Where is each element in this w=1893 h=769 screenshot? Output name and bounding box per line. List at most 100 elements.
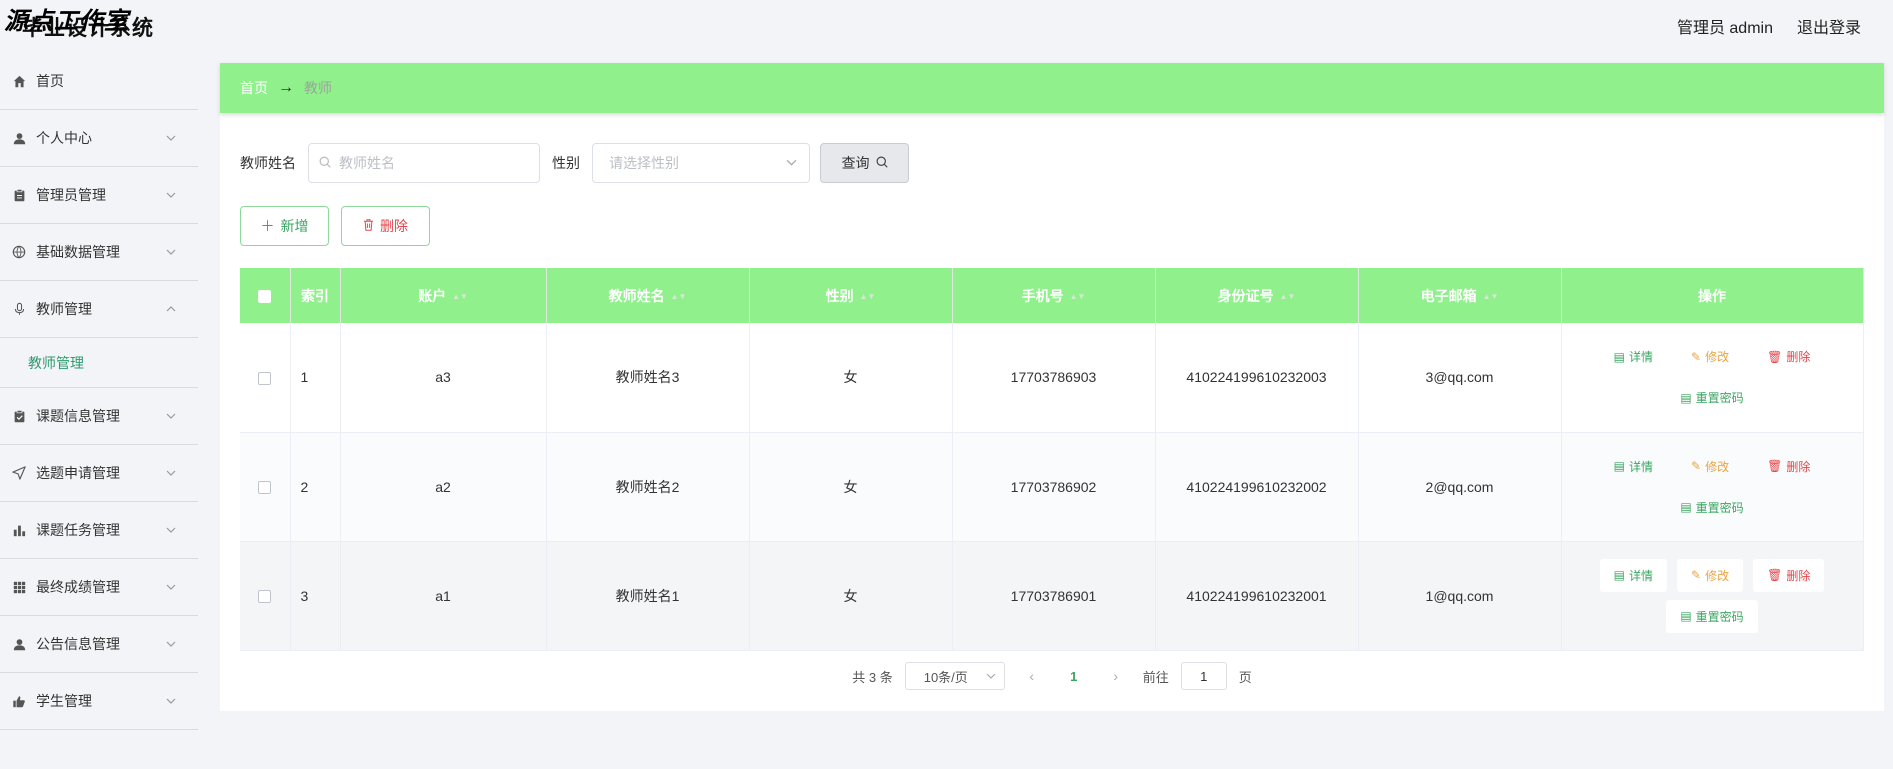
detail-button[interactable]: ▤ 详情 <box>1599 558 1668 592</box>
sidebar-item-topic-apply[interactable]: 选题申请管理 <box>0 445 198 502</box>
column-header-id-card[interactable]: 身份证号 ▲▼ <box>1155 268 1359 323</box>
column-header-gender[interactable]: 性别 ▲▼ <box>749 268 953 323</box>
column-header-email[interactable]: 电子邮箱 ▲▼ <box>1358 268 1562 323</box>
sidebar-item-home[interactable]: 首页 <box>0 53 198 110</box>
row-checkbox[interactable] <box>258 590 272 604</box>
breadcrumb-current: 教师 <box>304 80 332 96</box>
table-header-row: 索引 账户 ▲▼ 教师姓名 ▲▼ 性别 ▲▼ 手机号 ▲▼ 身份证号 ▲▼ 电子邮箱 ▲▼ … <box>240 268 1864 323</box>
main-panel: 首页 → 教师 教师姓名 性别 请选择性别 查询 ＋ 新增 删除 <box>220 63 1884 711</box>
delete-button[interactable]: 🗑 删除 <box>1753 450 1824 483</box>
delete-button[interactable]: 🗑 删除 <box>1753 558 1825 592</box>
goto-label: 前往 <box>1142 669 1169 685</box>
batch-delete-button[interactable]: 删除 <box>341 206 430 246</box>
sidebar-item-teacher[interactable]: 教师管理 <box>0 281 198 338</box>
column-header-name[interactable]: 教师姓名 ▲▼ <box>546 268 750 323</box>
teacher-name-input[interactable] <box>339 155 529 171</box>
sidebar-item-topic-task[interactable]: 课题任务管理 <box>0 502 198 559</box>
gender-select[interactable]: 请选择性别 <box>592 143 810 183</box>
cell-index: 2 <box>290 432 341 542</box>
pencil-icon: ✎ <box>1691 459 1702 473</box>
trash-icon: 🗑 <box>1767 568 1783 582</box>
sort-icon[interactable]: ▲▼ <box>1483 292 1499 301</box>
sidebar-item-topic-info[interactable]: 课题信息管理 <box>0 388 198 445</box>
sidebar-item-label: 最终成绩管理 <box>36 579 120 595</box>
edit-button[interactable]: ✎ 修改 <box>1677 340 1743 373</box>
prev-page-button[interactable]: ‹ <box>1017 668 1047 684</box>
edit-button[interactable]: ✎ 修改 <box>1677 450 1743 483</box>
sidebar-item-student[interactable]: 学生管理 <box>0 673 198 730</box>
cell-gender: 女 <box>749 323 953 433</box>
row-checkbox[interactable] <box>258 372 272 386</box>
delete-button-label: 删除 <box>380 218 408 234</box>
breadcrumb-separator: → <box>278 79 294 96</box>
detail-button[interactable]: ▤ 详情 <box>1600 340 1667 373</box>
teacher-name-field[interactable] <box>308 143 540 183</box>
document-icon: ▤ <box>1613 568 1625 582</box>
column-header-account[interactable]: 账户 ▲▼ <box>340 268 547 323</box>
reset-password-button[interactable]: ▤ 重置密码 <box>1666 491 1757 524</box>
sidebar-item-profile[interactable]: 个人中心 <box>0 110 198 167</box>
row-select-cell <box>240 541 291 651</box>
table-row: 3 a1 教师姓名1 女 17703786901 410224199610232… <box>240 541 1864 651</box>
cell-index: 3 <box>290 541 341 651</box>
sidebar-item-final-score[interactable]: 最终成绩管理 <box>0 559 198 616</box>
goto-page-input[interactable] <box>1180 662 1227 690</box>
cell-id-card: 410224199610232002 <box>1155 432 1359 542</box>
sidebar-item-label: 首页 <box>36 73 64 89</box>
cell-email: 1@qq.com <box>1358 541 1562 651</box>
sort-icon[interactable]: ▲▼ <box>860 292 876 301</box>
delete-button[interactable]: 🗑 删除 <box>1753 340 1824 373</box>
sort-icon[interactable]: ▲▼ <box>1280 292 1296 301</box>
select-all-cell <box>240 268 291 323</box>
sort-icon[interactable]: ▲▼ <box>1070 292 1086 301</box>
cell-id-card: 410224199610232001 <box>1155 541 1359 651</box>
column-header-ops: 操作 <box>1561 268 1864 323</box>
bar-chart-icon <box>12 523 26 537</box>
select-all-checkbox[interactable] <box>258 290 272 304</box>
gender-label: 性别 <box>552 155 580 171</box>
cell-gender: 女 <box>749 432 953 542</box>
sidebar-subitem-teacher-manage[interactable]: 教师管理 <box>0 338 198 388</box>
cell-account: a1 <box>340 541 547 651</box>
plus-icon: ＋ <box>260 218 275 234</box>
teacher-table: 索引 账户 ▲▼ 教师姓名 ▲▼ 性别 ▲▼ 手机号 ▲▼ 身份证号 ▲▼ 电子邮箱 ▲▼ … <box>240 268 1864 651</box>
page-number-current[interactable]: 1 <box>1059 669 1089 684</box>
column-header-index: 索引 <box>290 268 341 323</box>
document-icon: ▤ <box>1680 609 1692 623</box>
mic-icon <box>12 302 26 316</box>
pencil-icon: ✎ <box>1691 349 1702 364</box>
chevron-down-icon <box>166 636 176 647</box>
globe-icon <box>12 245 26 259</box>
next-page-button[interactable]: › <box>1101 668 1131 684</box>
cell-name: 教师姓名3 <box>546 323 750 433</box>
sidebar-item-admin[interactable]: 管理员管理 <box>0 167 198 224</box>
edit-button[interactable]: ✎ 修改 <box>1677 558 1744 592</box>
query-button[interactable]: 查询 <box>820 143 909 183</box>
detail-button[interactable]: ▤ 详情 <box>1600 450 1667 483</box>
chevron-down-icon <box>166 693 176 704</box>
reset-password-button[interactable]: ▤ 重置密码 <box>1666 599 1758 633</box>
sidebar-item-label: 学生管理 <box>36 693 92 709</box>
sidebar-item-basic-data[interactable]: 基础数据管理 <box>0 224 198 281</box>
column-header-phone[interactable]: 手机号 ▲▼ <box>952 268 1156 323</box>
cell-ops: ▤ 详情 ✎ 修改 🗑 删除 ▤ 重置密码 <box>1561 432 1864 542</box>
row-checkbox[interactable] <box>258 481 272 495</box>
page-size-select[interactable]: 10条/页 <box>904 662 1005 690</box>
sidebar-item-notice[interactable]: 公告信息管理 <box>0 616 198 673</box>
user-icon <box>12 131 26 145</box>
brand: 毕业设计系统 源点工作室 <box>2 0 202 44</box>
sort-icon[interactable]: ▲▼ <box>671 292 687 301</box>
sort-icon[interactable]: ▲▼ <box>452 292 468 301</box>
logout-button[interactable]: 退出登录 <box>1797 14 1861 38</box>
top-right-actions: 管理员 admin 退出登录 <box>1677 14 1861 38</box>
sidebar-item-label: 公告信息管理 <box>36 636 120 652</box>
add-button[interactable]: ＋ 新增 <box>240 206 329 246</box>
thumb-icon <box>12 694 26 708</box>
search-icon <box>319 155 331 171</box>
chevron-down-icon <box>166 522 176 533</box>
reset-password-button[interactable]: ▤ 重置密码 <box>1666 381 1757 414</box>
trash-icon: 🗑 <box>1767 349 1783 364</box>
sidebar-item-label: 基础数据管理 <box>36 244 120 260</box>
document-icon: ▤ <box>1613 459 1625 473</box>
breadcrumb-home[interactable]: 首页 <box>240 78 268 98</box>
